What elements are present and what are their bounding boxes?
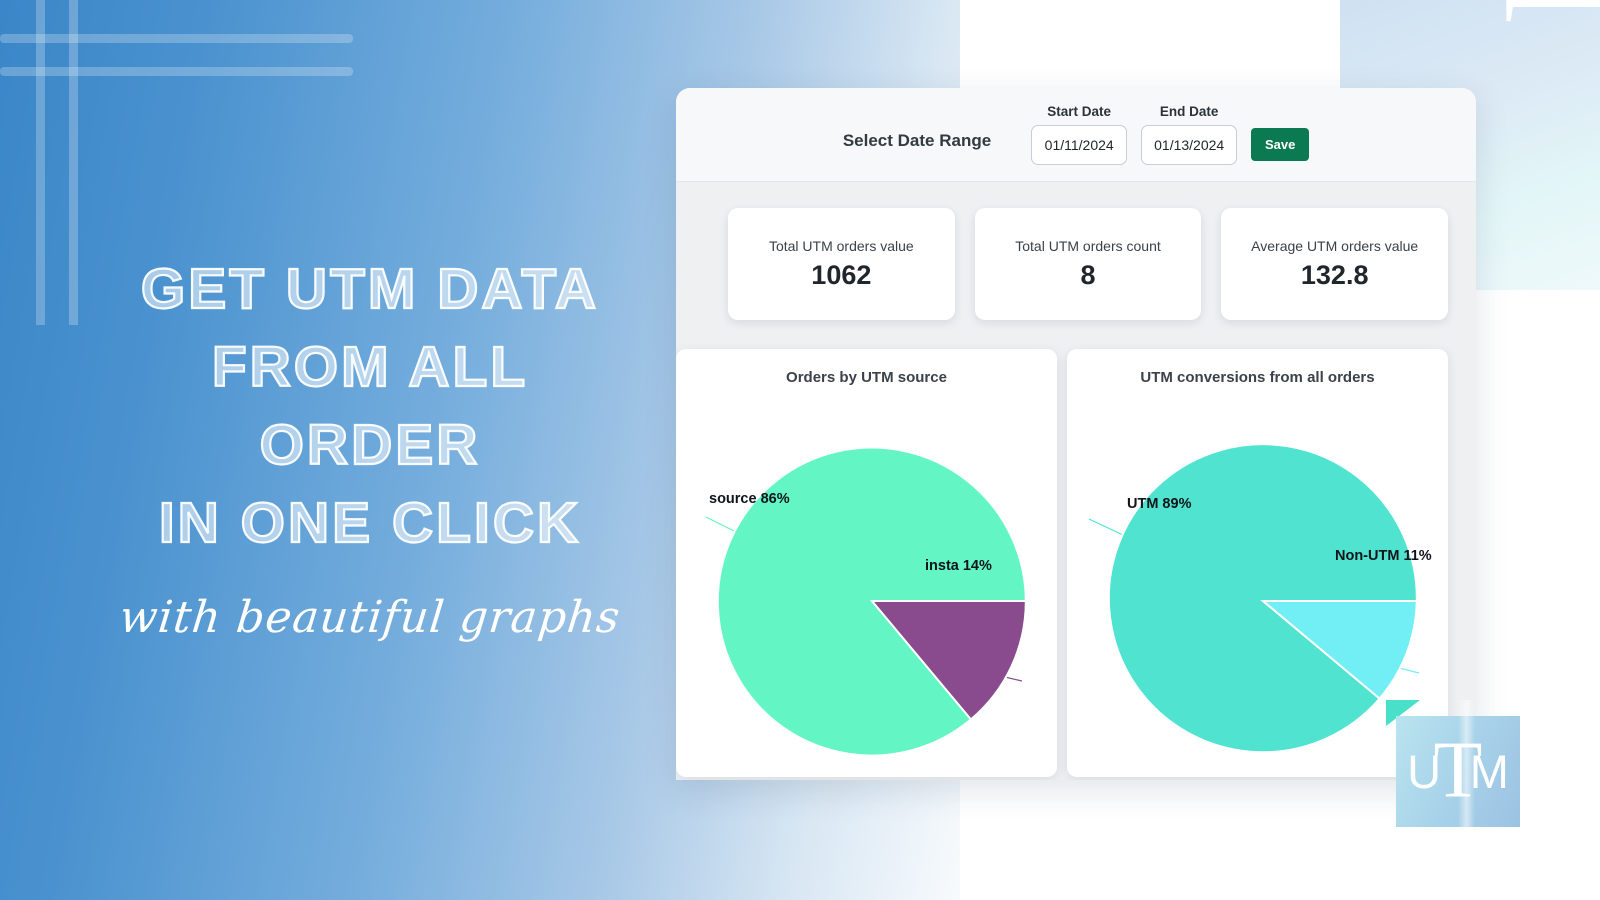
end-date-group: End Date <box>1141 104 1238 165</box>
stat-label: Total UTM orders value <box>768 237 914 254</box>
leader-line-source <box>705 516 739 534</box>
pie-label-utm: UTM 89% <box>1127 496 1192 512</box>
end-date-caption: End Date <box>1159 104 1219 119</box>
chart-cards: Orders by UTM source source 86% insta 14… <box>676 320 1476 777</box>
pie-label-insta: insta 14% <box>925 558 992 574</box>
decor-horizontal-line-2 <box>0 67 353 76</box>
stat-label: Total UTM orders count <box>1015 237 1161 254</box>
promo-subline: with beautiful graphs <box>117 592 623 643</box>
utm-logo-badge: UTM T <box>1396 700 1520 845</box>
chart-card-orders-by-utm-source: Orders by UTM source source 86% insta 14… <box>676 349 1057 777</box>
stat-value: 8 <box>1080 259 1096 290</box>
headline-line-2: FROM ALL <box>211 334 529 400</box>
pie-chart-orders-by-utm-source: source 86% insta 14% <box>676 401 1057 777</box>
stat-value: 132.8 <box>1300 259 1369 290</box>
leader-line-utm <box>1088 518 1124 536</box>
pie-slice-utm[interactable] <box>1107 443 1418 754</box>
promo-headline: GET UTM DATA FROM ALL ORDER IN ONE CLICK <box>0 250 740 562</box>
start-date-caption: Start Date <box>1047 104 1112 119</box>
headline-line-3: ORDER <box>258 412 481 478</box>
dashboard-panel: Select Date Range Start Date End Date Sa… <box>676 88 1476 780</box>
stat-label: Average UTM orders value <box>1251 237 1419 254</box>
stat-card-average-utm-orders-value: Average UTM orders value 132.8 <box>1221 208 1449 320</box>
date-range-toolbar: Select Date Range Start Date End Date Sa… <box>676 88 1476 182</box>
chart-title: Orders by UTM source <box>786 369 947 386</box>
date-range-label: Select Date Range <box>842 131 992 150</box>
utm-watermark-text: UTM <box>1469 0 1600 34</box>
save-button[interactable]: Save <box>1251 128 1310 161</box>
start-date-input[interactable] <box>1031 125 1128 165</box>
stat-card-total-utm-orders-value: Total UTM orders value 1062 <box>728 208 955 320</box>
stat-card-total-utm-orders-count: Total UTM orders count 8 <box>974 208 1202 320</box>
stat-cards: Total UTM orders value 1062 Total UTM or… <box>676 182 1476 320</box>
pie-label-non-utm: Non-UTM 11% <box>1335 548 1432 564</box>
promo-block: GET UTM DATA FROM ALL ORDER IN ONE CLICK… <box>0 250 740 643</box>
end-date-input[interactable] <box>1141 125 1238 165</box>
headline-line-4: IN ONE CLICK <box>158 490 582 556</box>
pie-svg-left <box>705 446 1027 757</box>
headline-line-1: GET UTM DATA <box>140 256 600 322</box>
logo-sheen <box>1458 700 1475 845</box>
pie-label-source: source 86% <box>709 491 790 507</box>
start-date-group: Start Date <box>1031 104 1128 165</box>
decor-horizontal-line-1 <box>0 34 353 43</box>
chart-title: UTM conversions from all orders <box>1140 369 1375 386</box>
stat-value: 1062 <box>811 259 872 290</box>
